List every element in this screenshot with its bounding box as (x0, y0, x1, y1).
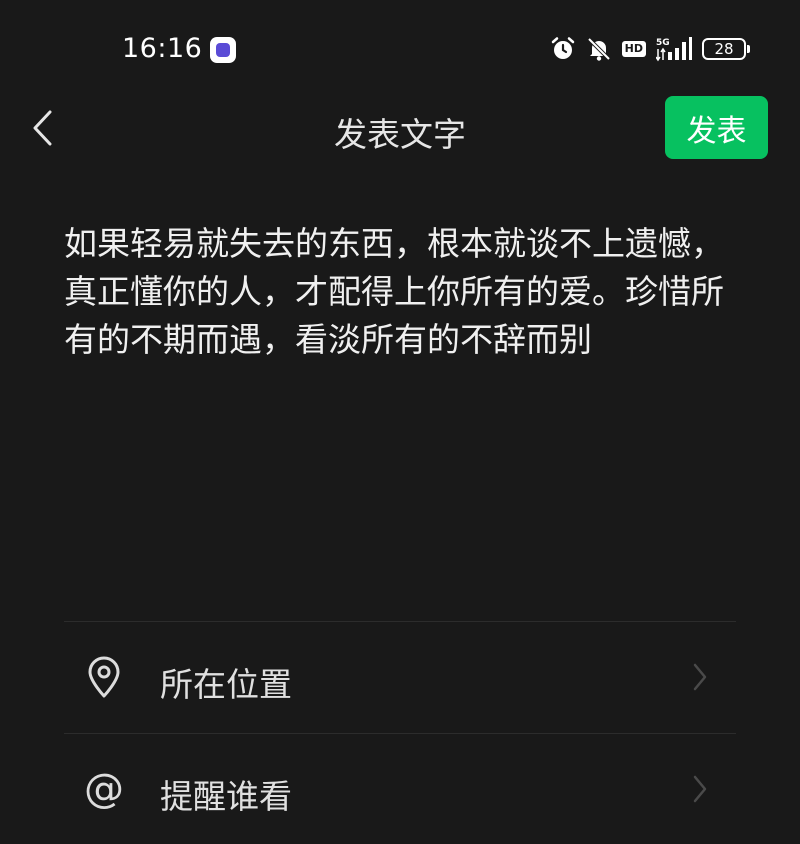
hd-badge: HD (621, 41, 646, 57)
post-text-input[interactable]: 如果轻易就失去的东西，根本就谈不上遗憾，真正懂你的人，才配得上你所有的爱。珍惜所… (64, 220, 734, 364)
location-option[interactable]: 所在位置 (64, 622, 736, 732)
nav-bar: 发表文字 发表 (0, 96, 800, 162)
publish-button[interactable]: 发表 (665, 96, 768, 159)
app-notification-icon (210, 37, 236, 63)
at-icon: @ (84, 766, 124, 812)
status-bar: 16:16 HD 5G 28 (0, 0, 800, 100)
mention-option[interactable]: @ 提醒谁看 (64, 734, 736, 844)
network-type-label: 5G (656, 38, 670, 48)
bell-off-icon (586, 36, 612, 62)
signal-icon: 5G (656, 36, 692, 62)
status-icons: HD 5G 28 (550, 36, 750, 62)
location-pin-icon (82, 654, 126, 700)
location-label: 所在位置 (160, 665, 292, 704)
mention-label: 提醒谁看 (160, 777, 292, 816)
alarm-icon (550, 36, 576, 62)
chevron-right-icon (693, 663, 707, 691)
status-time: 16:16 (122, 33, 203, 64)
battery-indicator: 28 (702, 38, 750, 60)
chevron-right-icon (693, 775, 707, 803)
